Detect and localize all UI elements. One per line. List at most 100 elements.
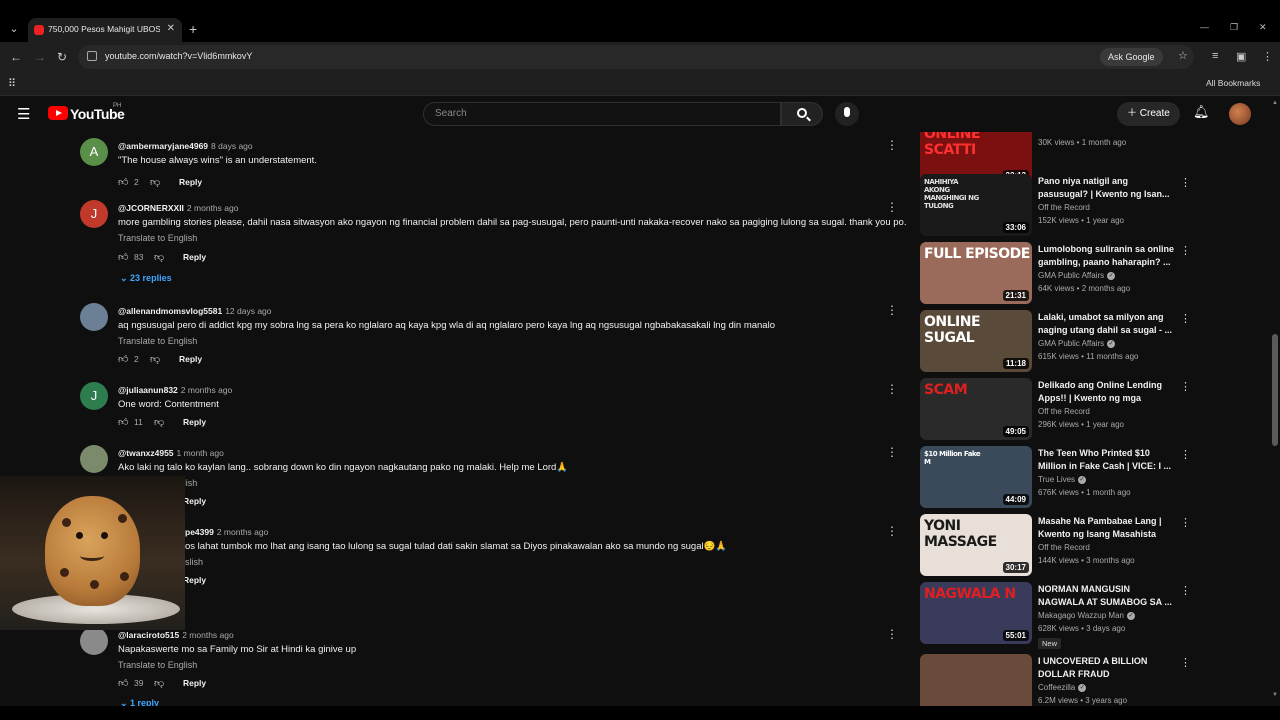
- video-item[interactable]: SCAM 49:05 Delikado ang Online Lending App…: [920, 378, 1191, 440]
- reply-button[interactable]: Reply: [183, 575, 206, 585]
- video-thumbnail[interactable]: ONLINE SUGAL 11:18: [920, 310, 1032, 372]
- apps-grid-icon[interactable]: ⠿: [8, 77, 16, 90]
- video-more-options-icon[interactable]: ⋮: [1180, 312, 1191, 325]
- scroll-down-icon[interactable]: ▼: [1272, 692, 1278, 698]
- view-replies-button[interactable]: ⌄ 23 replies: [120, 273, 172, 284]
- voice-search-icon[interactable]: [835, 102, 859, 126]
- thumbs-down-icon[interactable]: 👎︎: [150, 176, 160, 188]
- video-item[interactable]: NAHIHIYA AKONG MANGHINGI NG TULONG 33:06 P…: [920, 174, 1191, 236]
- scrollbar-thumb[interactable]: [1272, 334, 1278, 446]
- translate-link[interactable]: Translate to English: [118, 336, 197, 346]
- comment-author[interactable]: @allenandmomsvlog5581: [118, 306, 222, 316]
- video-title[interactable]: Delikado ang Online Lending Apps!! | Kwe…: [1038, 379, 1176, 405]
- back-icon[interactable]: ←: [10, 50, 22, 64]
- thumbs-up-icon[interactable]: 👍︎: [118, 353, 128, 365]
- avatar[interactable]: [80, 303, 108, 331]
- comment-author[interactable]: pe4399: [185, 527, 214, 537]
- translate-link[interactable]: Translate to English: [118, 660, 197, 670]
- video-more-options-icon[interactable]: ⋮: [1180, 244, 1191, 257]
- avatar[interactable]: J: [80, 382, 108, 410]
- video-title[interactable]: NORMAN MANGUSIN NAGWALA AT SUMABOG SA ..…: [1038, 583, 1176, 609]
- video-thumbnail[interactable]: NAHIHIYA AKONG MANGHINGI NG TULONG 33:06: [920, 174, 1032, 236]
- all-bookmarks-button[interactable]: All Bookmarks: [1206, 78, 1260, 88]
- avatar[interactable]: [1229, 103, 1251, 125]
- reply-button[interactable]: Reply: [183, 252, 206, 262]
- channel-name[interactable]: GMA Public Affairs ✓: [1038, 339, 1116, 348]
- more-options-icon[interactable]: ⋮: [886, 445, 898, 459]
- avatar[interactable]: [80, 627, 108, 655]
- thumbs-up-icon[interactable]: 👍︎: [118, 176, 128, 188]
- video-item[interactable]: NAGWALA N 55:01 NORMAN MANGUSIN NAGWALA AT…: [920, 582, 1191, 649]
- comment-time[interactable]: 12 days ago: [225, 306, 271, 316]
- video-more-options-icon[interactable]: ⋮: [1180, 380, 1191, 393]
- video-item[interactable]: YONI MASSAGE 30:17 Masahe Na Pambabae Lang…: [920, 514, 1191, 576]
- notifications-bell-icon[interactable]: 🔔︎: [1193, 104, 1210, 120]
- video-thumbnail[interactable]: $10 Million Fake M 44:09: [920, 446, 1032, 508]
- comment-time[interactable]: 8 days ago: [211, 141, 253, 151]
- more-options-icon[interactable]: ⋮: [886, 524, 898, 538]
- avatar[interactable]: [80, 445, 108, 473]
- reading-list-icon[interactable]: ≡: [1212, 50, 1218, 62]
- comment-author[interactable]: @ambermaryjane4969: [118, 141, 208, 151]
- channel-name[interactable]: Off the Record: [1038, 132, 1090, 134]
- translate-link[interactable]: slish: [185, 557, 203, 567]
- minimize-icon[interactable]: —: [1200, 22, 1209, 32]
- thumbs-up-icon[interactable]: 👍︎: [118, 677, 128, 689]
- address-bar[interactable]: youtube.com/watch?v=Vlid6mmkovY Ask Goog…: [78, 45, 1194, 69]
- thumbs-up-icon[interactable]: 👍︎: [118, 251, 128, 263]
- browser-tab[interactable]: 750,000 Pesos Mahigit UBOS Sa... ✕: [28, 18, 182, 42]
- reply-button[interactable]: Reply: [183, 678, 206, 688]
- channel-name[interactable]: Off the Record: [1038, 543, 1090, 552]
- thumbs-down-icon[interactable]: 👎︎: [154, 416, 164, 428]
- tab-search-chevron-icon[interactable]: ⌄: [6, 22, 22, 36]
- video-title[interactable]: Lumolobong suliranin sa online gambling,…: [1038, 243, 1176, 269]
- search-input[interactable]: [435, 108, 765, 119]
- reply-button[interactable]: Reply: [179, 177, 202, 187]
- create-button[interactable]: ＋ Create: [1117, 102, 1180, 126]
- browser-menu-icon[interactable]: ⋮: [1262, 50, 1273, 63]
- more-options-icon[interactable]: ⋮: [886, 303, 898, 317]
- video-thumbnail[interactable]: SCAM 49:05: [920, 378, 1032, 440]
- more-options-icon[interactable]: ⋮: [886, 627, 898, 641]
- comment-time[interactable]: 2 months ago: [217, 527, 269, 537]
- url-text[interactable]: youtube.com/watch?v=Vlid6mmkovY: [105, 51, 252, 61]
- reload-icon[interactable]: ↻: [57, 50, 67, 64]
- thumbs-down-icon[interactable]: 👎︎: [150, 353, 160, 365]
- thumbs-down-icon[interactable]: 👎︎: [154, 677, 164, 689]
- video-title[interactable]: Masahe Na Pambabae Lang | Kwento ng Isan…: [1038, 515, 1176, 541]
- video-item[interactable]: FULL EPISODE 21:31 Lumolobong suliranin sa…: [920, 242, 1191, 304]
- channel-name[interactable]: GMA Public Affairs ✓: [1038, 271, 1116, 280]
- scroll-up-icon[interactable]: ▲: [1272, 100, 1278, 106]
- comment-author[interactable]: @laraciroto515: [118, 630, 179, 640]
- video-thumbnail[interactable]: NAGWALA N 55:01: [920, 582, 1032, 644]
- thumbs-up-icon[interactable]: 👍︎: [118, 416, 128, 428]
- avatar[interactable]: A: [80, 138, 108, 166]
- ask-google-button[interactable]: Ask Google: [1100, 48, 1163, 66]
- comment-author[interactable]: @twanxz4955: [118, 448, 174, 458]
- video-more-options-icon[interactable]: ⋮: [1180, 448, 1191, 461]
- channel-name[interactable]: Off the Record: [1038, 203, 1090, 212]
- video-more-options-icon[interactable]: ⋮: [1180, 584, 1191, 597]
- video-title[interactable]: I UNCOVERED A BILLION DOLLAR FRAUD: [1038, 655, 1176, 681]
- site-info-icon[interactable]: [87, 51, 97, 61]
- comment-time[interactable]: 2 months ago: [182, 630, 234, 640]
- video-title[interactable]: Lalaki, umabot sa milyon ang naging utan…: [1038, 311, 1176, 337]
- maximize-icon[interactable]: ❐: [1230, 22, 1238, 33]
- avatar[interactable]: J: [80, 200, 108, 228]
- video-item[interactable]: ONLINE SUGAL 11:18 Lalaki, umabot sa milyo…: [920, 310, 1191, 372]
- channel-name[interactable]: Coffeezilla ✓: [1038, 683, 1087, 692]
- video-more-options-icon[interactable]: ⋮: [1180, 176, 1191, 189]
- youtube-logo-icon[interactable]: [48, 106, 68, 120]
- video-more-options-icon[interactable]: ⋮: [1180, 656, 1191, 669]
- comment-time[interactable]: 2 months ago: [181, 385, 233, 395]
- comment-author[interactable]: @JCORNERXXII: [118, 203, 184, 213]
- reply-button[interactable]: Reply: [183, 496, 206, 506]
- channel-name[interactable]: Makagago Wazzup Man ✓: [1038, 611, 1135, 620]
- channel-name[interactable]: True Lives ✓: [1038, 475, 1087, 484]
- video-title[interactable]: Pano niya natigil ang pasusugal? | Kwent…: [1038, 175, 1176, 201]
- thumbs-down-icon[interactable]: 👎︎: [154, 251, 164, 263]
- channel-name[interactable]: Off the Record: [1038, 407, 1090, 416]
- reply-button[interactable]: Reply: [183, 417, 206, 427]
- bookmark-star-icon[interactable]: ☆: [1178, 49, 1188, 62]
- comment-time[interactable]: 2 months ago: [187, 203, 239, 213]
